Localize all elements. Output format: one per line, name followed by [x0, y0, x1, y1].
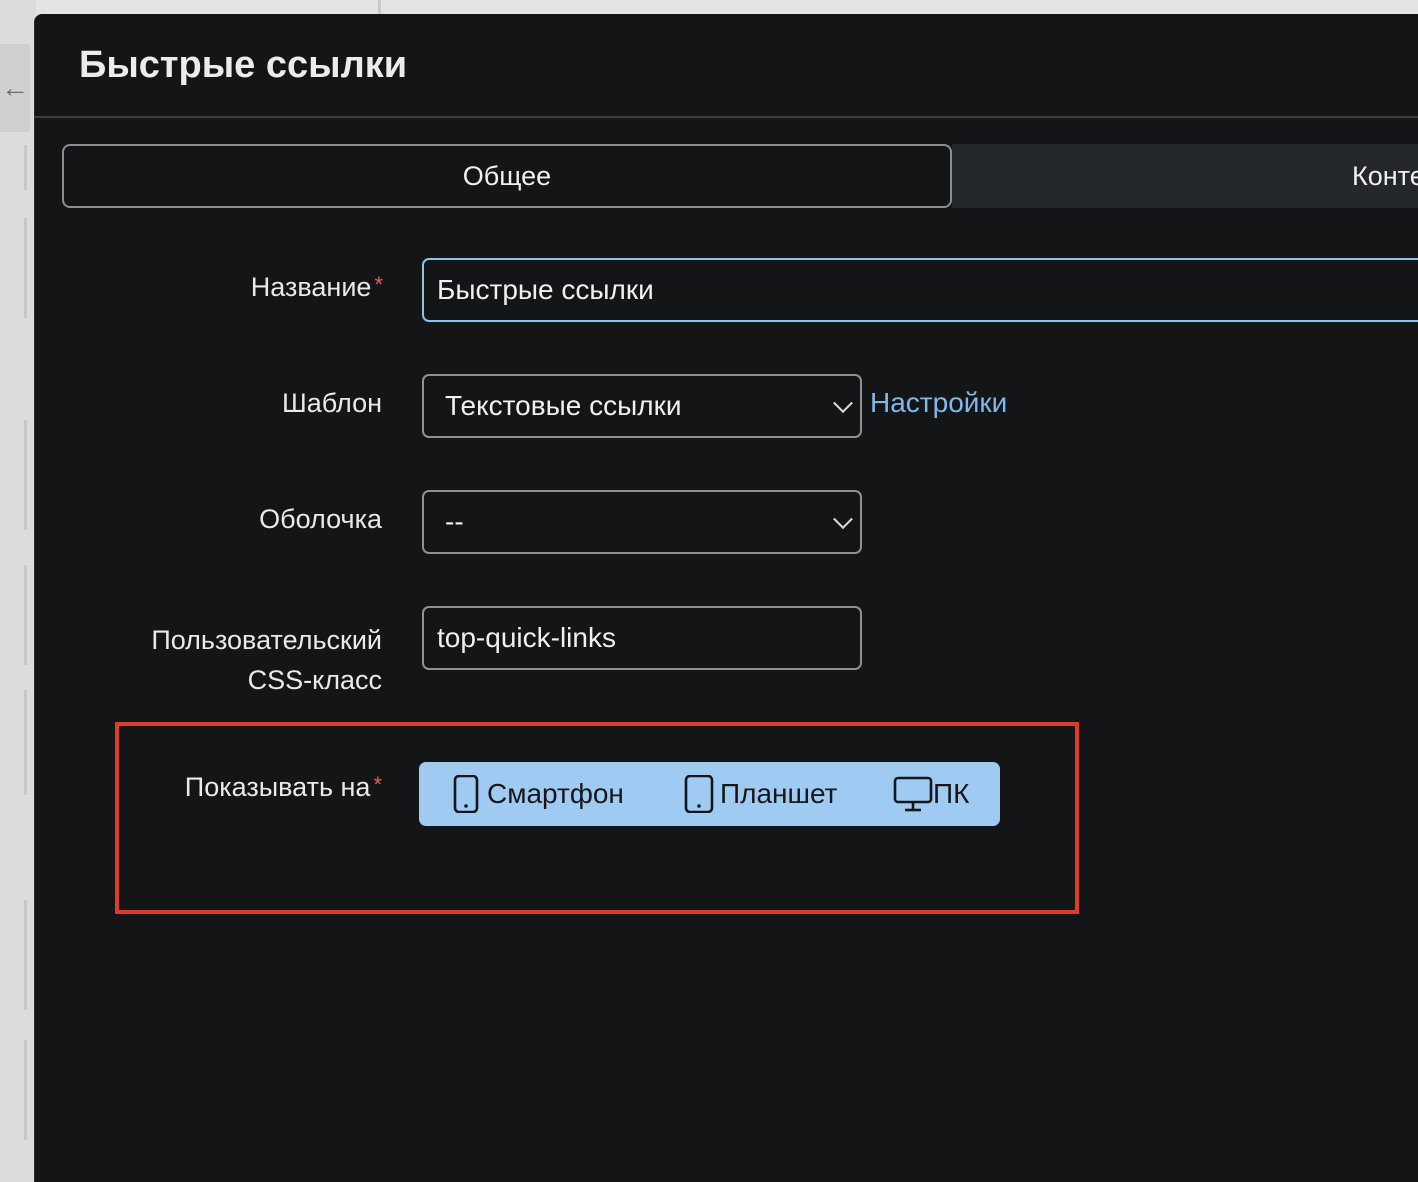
- show-on-label-text: Показывать на: [184, 772, 371, 802]
- tablet-icon: [684, 775, 714, 813]
- device-smartphone-label: Смартфон: [487, 778, 624, 809]
- wrapper-label: Оболочка: [259, 504, 382, 534]
- template-select-value: Текстовые ссылки: [445, 390, 682, 421]
- name-label: Название *: [185, 272, 383, 303]
- required-asterisk: *: [374, 272, 383, 297]
- template-label: Шаблон: [282, 388, 382, 418]
- show-on-label: Показывать на *: [150, 772, 382, 803]
- modal-title: Быстрые ссылки: [79, 44, 408, 86]
- name-input[interactable]: Быстрые ссылки: [422, 258, 1418, 322]
- smartphone-icon: [453, 775, 479, 813]
- template-settings-link[interactable]: Настройки: [870, 387, 1007, 419]
- device-tablet-toggle[interactable]: Планшет: [684, 762, 837, 826]
- chevron-down-icon: [833, 509, 853, 530]
- wrapper-select-value: --: [445, 506, 464, 537]
- template-select[interactable]: Текстовые ссылки: [422, 374, 862, 438]
- name-input-value: Быстрые ссылки: [437, 274, 654, 305]
- background-page: [0, 0, 36, 1182]
- chevron-down-icon: [833, 393, 853, 414]
- arrow-left-icon: ←: [1, 72, 29, 103]
- wrapper-select[interactable]: --: [422, 490, 862, 554]
- device-tablet-label: Планшет: [720, 778, 838, 809]
- css-class-label: Пользовательский CSS-класс: [75, 620, 382, 700]
- name-label-text: Название: [250, 272, 372, 302]
- device-pc-label: ПК: [933, 778, 970, 809]
- modal-header: Быстрые ссылки: [35, 14, 1418, 118]
- quick-links-modal: Быстрые ссылки Общее Конте Название * Быс…: [34, 14, 1418, 1182]
- device-toggle-group: Смартфон Планшет ПК: [419, 762, 1000, 826]
- device-smartphone-toggle[interactable]: Смартфон: [453, 762, 624, 826]
- css-class-label-line1: Пользовательский: [151, 625, 382, 655]
- back-button[interactable]: ←: [0, 44, 30, 132]
- css-class-input[interactable]: top-quick-links: [422, 606, 862, 670]
- background-header: [36, 0, 1418, 14]
- tab-content[interactable]: Конте: [952, 144, 1418, 208]
- device-pc-toggle[interactable]: ПК: [893, 762, 969, 826]
- required-asterisk: *: [373, 772, 382, 797]
- css-class-label-line2: CSS-класс: [247, 665, 382, 695]
- monitor-icon: [893, 776, 933, 812]
- tab-general[interactable]: Общее: [62, 144, 952, 208]
- tab-bar: Общее Конте: [62, 144, 1418, 208]
- css-class-input-value: top-quick-links: [437, 622, 616, 653]
